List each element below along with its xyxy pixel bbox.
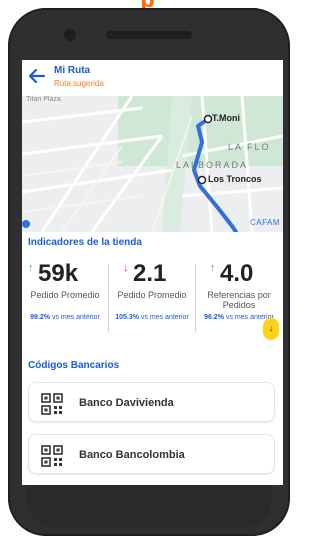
phone-chin	[26, 482, 272, 528]
indicator-value: 4.0	[220, 260, 254, 287]
indicator-label: Pedido Promedio	[117, 290, 187, 300]
speaker-grille	[106, 31, 192, 39]
page-title: Mi Ruta	[54, 65, 91, 76]
page-subtitle: Ruta sugerida	[54, 79, 104, 88]
indicator-comparison: 99.2% vs mes anterior	[22, 314, 108, 322]
route-map[interactable]: T.Moni Los Troncos LA FLO LALBORADA CAFA…	[22, 96, 283, 232]
back-arrow-icon[interactable]	[28, 67, 46, 85]
map-neighborhood-label: CAFAM	[250, 218, 281, 227]
front-camera	[64, 29, 76, 41]
indicator-card: ↓ 2.1 Pedido Promedio 105.3% vs mes ante…	[109, 256, 195, 346]
bank-codes-title: Códigos Bancarios	[28, 360, 120, 371]
trend-down-icon: ↓	[123, 262, 129, 274]
indicator-comparison-pct: 99.2%	[30, 314, 51, 321]
arrow-down-icon: ↓	[268, 323, 274, 334]
store-indicators: ↑ 59k Pedido Promedio 99.2% vs mes anter…	[22, 256, 283, 346]
map-place-label: T.Moni	[212, 113, 240, 123]
indicator-comparison-pct: 105.3%	[115, 314, 139, 321]
indicator-comparison: 105.3% vs mes anterior	[109, 314, 195, 322]
map-street-label: Titan Plaza	[26, 96, 61, 103]
bank-name: Banco Bancolombia	[79, 449, 185, 461]
indicator-label: Pedido Promedio	[30, 290, 100, 300]
map-neighborhood-label: LA FLO	[228, 142, 271, 152]
trend-up-icon: ↑	[28, 262, 34, 274]
indicator-label: Referencias por Pedidos	[207, 290, 271, 310]
indicator-value: 2.1	[133, 260, 167, 287]
qr-code-icon	[41, 393, 63, 415]
app-screen: Mi Ruta Ruta sugerida T.Moni Los Troncos…	[22, 60, 283, 485]
map-place-label: Los Troncos	[208, 174, 262, 184]
bank-name: Banco Davivienda	[79, 397, 174, 409]
bank-item-davivienda[interactable]: Banco Davivienda	[28, 382, 275, 422]
indicator-card: ↑ 59k Pedido Promedio 99.2% vs mes anter…	[22, 256, 108, 346]
app-bar: Mi Ruta Ruta sugerida	[22, 60, 283, 96]
bank-item-bancolombia[interactable]: Banco Bancolombia	[28, 434, 275, 474]
indicator-comparison-text: vs mes anterior	[51, 314, 100, 321]
indicator-comparison-pct: 96.2%	[204, 314, 225, 321]
indicator-value: 59k	[38, 260, 79, 287]
indicators-title: Indicadores de la tienda	[28, 237, 142, 248]
trend-up-icon: ↑	[210, 262, 216, 274]
qr-code-icon	[41, 445, 63, 467]
map-neighborhood-label: LALBORADA	[176, 160, 249, 170]
scroll-down-button[interactable]: ↓	[263, 318, 279, 340]
indicator-comparison-text: vs mes anterior	[140, 314, 189, 321]
